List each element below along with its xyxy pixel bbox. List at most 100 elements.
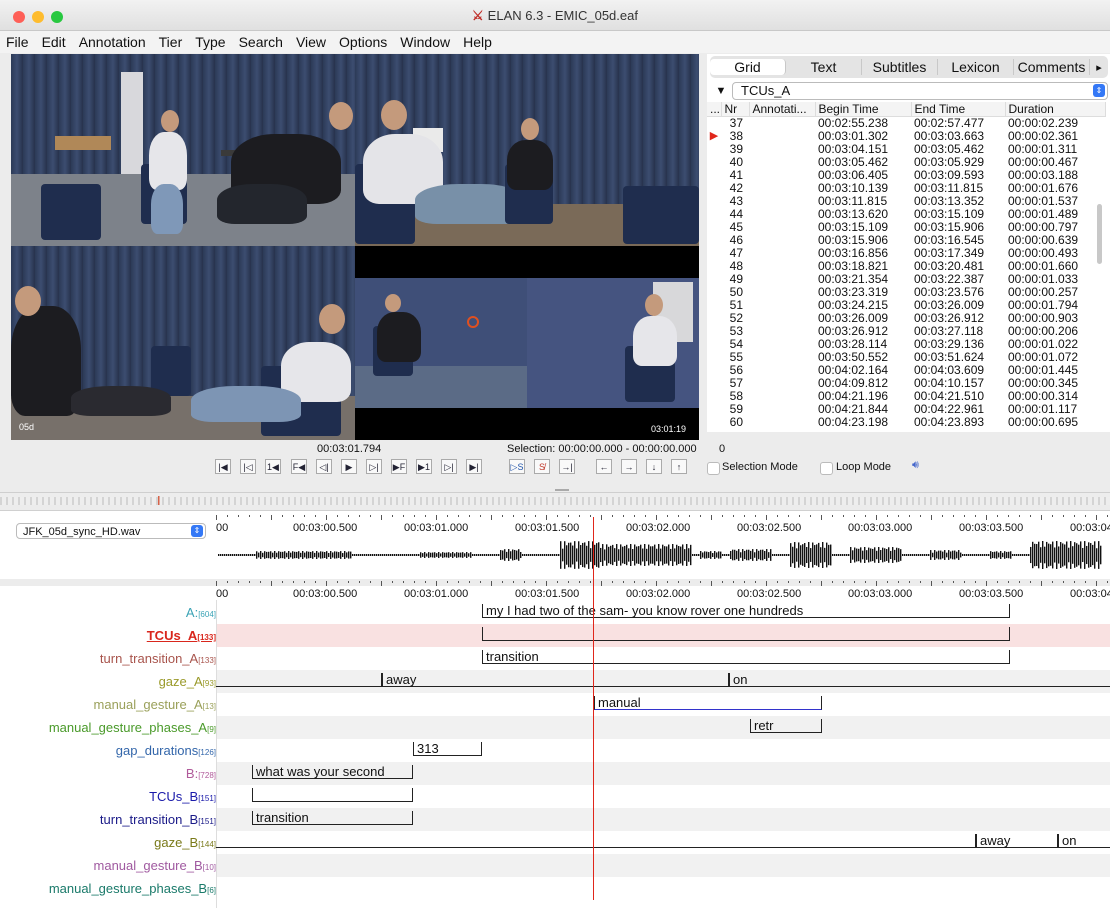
row-duration[interactable]: 00:00:01.311	[1005, 143, 1105, 156]
tier-label-tcus-b[interactable]: TCUs_B[151]	[149, 789, 216, 804]
annotation-tcus-b[interactable]	[252, 788, 413, 802]
row-end-time[interactable]: 00:04:23.893	[911, 416, 1005, 429]
table-row[interactable]: 56 00:04:02.164 00:04:03.609 00:00:01.445	[707, 364, 1105, 377]
table-row[interactable]: 58 00:04:21.196 00:04:21.510 00:00:00.314	[707, 390, 1105, 403]
menu-search[interactable]: Search	[233, 34, 290, 50]
tier-label-gaze-a[interactable]: gaze_A[93]	[159, 674, 216, 689]
row-duration[interactable]: 00:00:01.676	[1005, 182, 1105, 195]
tier-label-manual-gesture-phases-b[interactable]: manual_gesture_phases_B[6]	[49, 881, 216, 896]
row-begin-time[interactable]: 00:02:55.238	[815, 117, 911, 131]
table-row[interactable]: 52 00:03:26.009 00:03:26.912 00:00:00.903	[707, 312, 1105, 325]
more-tabs-icon[interactable]: ▸	[1090, 61, 1108, 74]
row-annotation[interactable]	[749, 403, 815, 416]
ruler-cursor-icon[interactable]: I	[157, 493, 161, 508]
row-begin-time[interactable]: 00:03:26.009	[815, 312, 911, 325]
tier-up-button[interactable]: ↑	[671, 459, 687, 474]
row-end-time[interactable]: 00:03:03.663	[911, 130, 1005, 143]
row-begin-time[interactable]: 00:03:15.906	[815, 234, 911, 247]
header-annotation[interactable]: Annotati...	[749, 102, 816, 117]
row-duration[interactable]: 00:00:01.022	[1005, 338, 1105, 351]
table-row[interactable]: 60 00:04:23.198 00:04:23.893 00:00:00.695	[707, 416, 1105, 429]
row-nr[interactable]: 43	[721, 195, 749, 208]
row-end-time[interactable]: 00:03:05.462	[911, 143, 1005, 156]
menu-type[interactable]: Type	[189, 34, 232, 50]
row-end-time[interactable]: 00:03:26.912	[911, 312, 1005, 325]
tab-comments[interactable]: Comments	[1014, 59, 1090, 75]
row-begin-time[interactable]: 00:04:21.196	[815, 390, 911, 403]
annotation-turn-transition-a[interactable]: transition	[482, 650, 1010, 664]
row-duration[interactable]: 00:00:02.239	[1005, 117, 1105, 131]
timeline-viewer[interactable]: A:[604] TCUs_A[133] turn_transition_A[133]…	[0, 600, 1110, 908]
row-end-time[interactable]: 00:03:20.481	[911, 260, 1005, 273]
menu-annotation[interactable]: Annotation	[73, 34, 153, 50]
row-annotation[interactable]	[749, 195, 815, 208]
table-row[interactable]: 53 00:03:26.912 00:03:27.118 00:00:00.206	[707, 325, 1105, 338]
row-begin-time[interactable]: 00:03:05.462	[815, 156, 911, 169]
row-end-time[interactable]: 00:03:23.576	[911, 286, 1005, 299]
row-end-time[interactable]: 00:03:09.593	[911, 169, 1005, 182]
row-nr[interactable]: 55	[721, 351, 749, 364]
row-end-time[interactable]: 00:04:10.157	[911, 377, 1005, 390]
table-row[interactable]: 57 00:04:09.812 00:04:10.157 00:00:00.345	[707, 377, 1105, 390]
tier-label-tcus-a[interactable]: TCUs_A[133]	[147, 628, 216, 643]
row-duration[interactable]: 00:00:00.493	[1005, 247, 1105, 260]
table-row[interactable]: 46 00:03:15.906 00:03:16.545 00:00:00.639	[707, 234, 1105, 247]
volume-icon[interactable]: 🔊︎	[912, 459, 919, 472]
row-duration[interactable]: 00:00:01.660	[1005, 260, 1105, 273]
row-nr[interactable]: 52	[721, 312, 749, 325]
row-end-time[interactable]: 00:03:05.929	[911, 156, 1005, 169]
table-row[interactable]: 51 00:03:24.215 00:03:26.009 00:00:01.794	[707, 299, 1105, 312]
annotation-gesture-phase-retr[interactable]: retr	[750, 719, 822, 733]
row-annotation[interactable]	[749, 208, 815, 221]
row-begin-time[interactable]: 00:03:50.552	[815, 351, 911, 364]
table-row[interactable]: 50 00:03:23.319 00:03:23.576 00:00:00.257	[707, 286, 1105, 299]
row-duration[interactable]: 00:00:00.797	[1005, 221, 1105, 234]
row-nr[interactable]: 48	[721, 260, 749, 273]
menu-help[interactable]: Help	[457, 34, 499, 50]
previous-pixel-button[interactable]: F◀	[291, 459, 307, 474]
row-begin-time[interactable]: 00:03:01.302	[815, 130, 911, 143]
header-end-time[interactable]: End Time	[911, 102, 1006, 117]
row-duration[interactable]: 00:00:01.489	[1005, 208, 1105, 221]
row-nr[interactable]: 53	[721, 325, 749, 338]
row-annotation[interactable]	[749, 234, 815, 247]
row-nr[interactable]: 51	[721, 299, 749, 312]
row-nr[interactable]: 47	[721, 247, 749, 260]
tier-select[interactable]: TCUs_A ⇕	[732, 82, 1108, 100]
row-annotation[interactable]	[749, 364, 815, 377]
go-to-begin-button[interactable]: |◀	[215, 459, 231, 474]
row-end-time[interactable]: 00:03:17.349	[911, 247, 1005, 260]
row-duration[interactable]: 00:00:00.206	[1005, 325, 1105, 338]
go-to-end-button[interactable]: ▶|	[466, 459, 482, 474]
table-row[interactable]: 40 00:03:05.462 00:03:05.929 00:00:00.467	[707, 156, 1105, 169]
row-end-time[interactable]: 00:03:13.352	[911, 195, 1005, 208]
row-annotation[interactable]	[749, 130, 815, 143]
row-end-time[interactable]: 00:04:21.510	[911, 390, 1005, 403]
next-pixel-button[interactable]: ▶F	[391, 459, 407, 474]
row-nr[interactable]: 39	[721, 143, 749, 156]
row-end-time[interactable]: 00:03:22.387	[911, 273, 1005, 286]
grid-scrollbar[interactable]	[1097, 204, 1102, 264]
row-nr[interactable]: 49	[721, 273, 749, 286]
table-row[interactable]: 45 00:03:15.109 00:03:15.906 00:00:00.797	[707, 221, 1105, 234]
row-nr[interactable]: 54	[721, 338, 749, 351]
table-row[interactable]: 41 00:03:06.405 00:03:09.593 00:00:03.188	[707, 169, 1105, 182]
row-annotation[interactable]	[749, 221, 815, 234]
next-second-button[interactable]: ▷|	[441, 459, 457, 474]
row-end-time[interactable]: 00:03:15.109	[911, 208, 1005, 221]
tier-label-gaze-b[interactable]: gaze_B[144]	[154, 835, 216, 850]
previous-frame-button[interactable]: 1◀	[265, 459, 281, 474]
row-end-time[interactable]: 00:02:57.477	[911, 117, 1005, 131]
tab-grid[interactable]: Grid	[710, 59, 786, 75]
row-duration[interactable]: 00:00:01.033	[1005, 273, 1105, 286]
menu-window[interactable]: Window	[394, 34, 457, 50]
row-duration[interactable]: 00:00:00.314	[1005, 390, 1105, 403]
row-duration[interactable]: 00:00:00.257	[1005, 286, 1105, 299]
row-nr[interactable]: 60	[721, 416, 749, 429]
selection-start-button[interactable]: ▷S	[509, 459, 525, 474]
row-nr[interactable]: 41	[721, 169, 749, 182]
row-end-time[interactable]: 00:03:11.815	[911, 182, 1005, 195]
annotation-gaze-a-start[interactable]	[216, 673, 382, 687]
row-end-time[interactable]: 00:04:03.609	[911, 364, 1005, 377]
annotation-gaze-b-on[interactable]: on	[1058, 834, 1110, 848]
